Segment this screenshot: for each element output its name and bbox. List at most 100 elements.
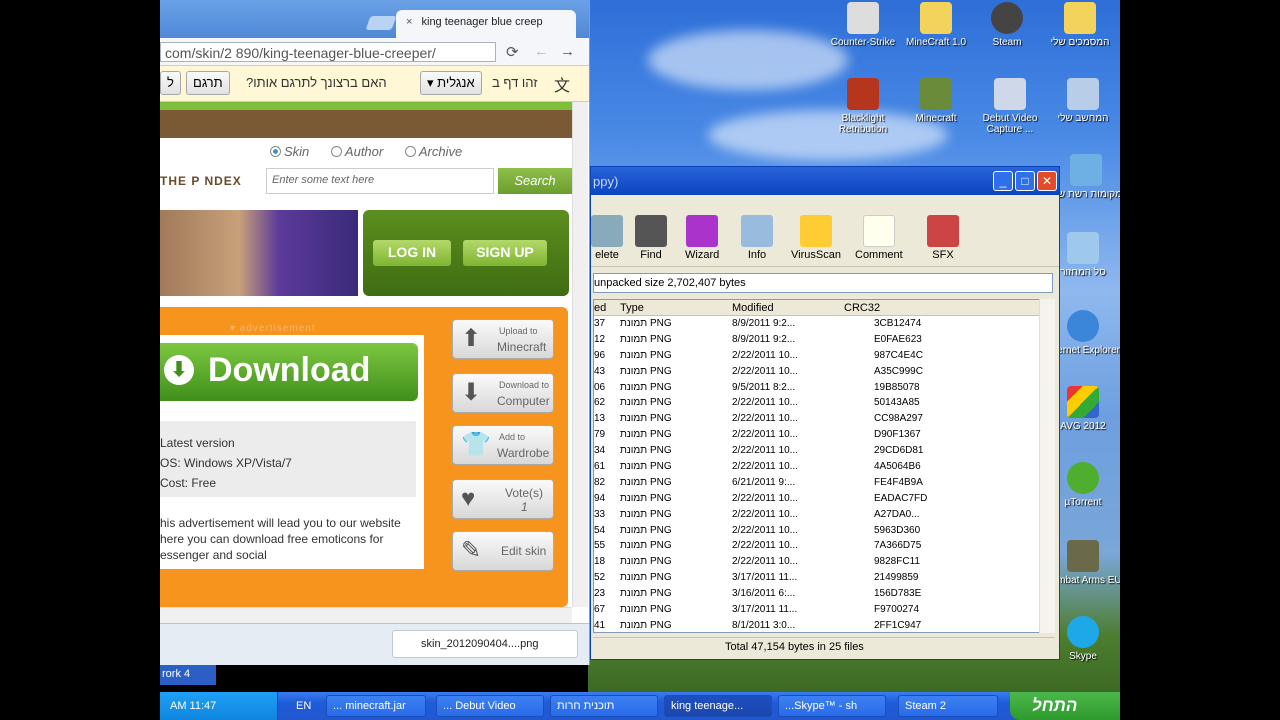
file-rows: 37 תמונת PNG 8/9/2011 9:2... 3CB12474 12 תמונ… bbox=[594, 316, 1054, 632]
search-button[interactable]: Search bbox=[498, 168, 572, 194]
delete-tool-button[interactable]: elete bbox=[591, 215, 623, 261]
language-indicator[interactable]: EN bbox=[296, 700, 311, 712]
taskbar-item-steam[interactable]: Steam 2 bbox=[898, 695, 998, 717]
vote-button[interactable]: ♥ Vote(s) 1 bbox=[452, 479, 554, 519]
ad-panel: ⬇ Download Latest version OS: Windows XP… bbox=[160, 335, 424, 569]
taskbar-item-minecraft-jar[interactable]: ... minecraft.jar bbox=[326, 695, 426, 717]
translate-options-button[interactable]: ל bbox=[160, 71, 181, 95]
file-row[interactable]: 55 תמונת PNG 2/22/2011 10... 7A366D75 bbox=[594, 538, 1054, 554]
file-row[interactable]: 52 תמונת PNG 3/17/2011 11... 21499859 bbox=[594, 570, 1054, 586]
back-icon[interactable]: ← bbox=[534, 43, 549, 60]
file-row[interactable]: 23 תמונת PNG 3/16/2011 6:... 156D783E bbox=[594, 586, 1054, 602]
column-packed[interactable]: ed bbox=[594, 302, 606, 314]
file-row[interactable]: 13 תמונת PNG 2/22/2011 10... CC98A297 bbox=[594, 411, 1054, 427]
file-row[interactable]: 37 תמונת PNG 8/9/2011 9:2... 3CB12474 bbox=[594, 316, 1054, 332]
file-list-scrollbar[interactable] bbox=[1039, 299, 1055, 633]
taskbar-item-skype[interactable]: ...Skype™ - sh bbox=[778, 695, 886, 717]
radio-skin[interactable]: Skin bbox=[270, 144, 309, 159]
file-cell: 67 bbox=[594, 604, 606, 616]
desktop-icon-my-computer[interactable]: המחשב שלי bbox=[1043, 78, 1120, 124]
language-select[interactable]: ▾ אנגלית bbox=[420, 71, 482, 95]
radio-author[interactable]: Author bbox=[330, 144, 383, 159]
desktop-icon-my-documents[interactable]: המסמכים שלי bbox=[1040, 2, 1120, 48]
column-type[interactable]: Type bbox=[620, 302, 644, 314]
wizard-tool-button[interactable]: Wizard bbox=[685, 215, 719, 261]
desktop-icon-debut[interactable]: Debut Video Capture ... bbox=[970, 78, 1050, 135]
close-button[interactable]: ✕ bbox=[1037, 171, 1057, 191]
download-to-computer-button[interactable]: ⬇ Download to Computer bbox=[452, 373, 554, 413]
file-cell: A35C999C bbox=[874, 365, 923, 377]
archive-info-field[interactable]: unpacked size 2,702,407 bytes bbox=[593, 273, 1053, 293]
find-tool-button[interactable]: Find bbox=[635, 215, 667, 261]
radio-archive[interactable]: Archive bbox=[404, 144, 462, 159]
login-button[interactable]: LOG IN bbox=[373, 240, 451, 266]
column-modified[interactable]: Modified bbox=[732, 302, 774, 314]
file-row[interactable]: 67 תמונת PNG 3/17/2011 11... F9700274 bbox=[594, 602, 1054, 618]
delete-icon bbox=[591, 215, 623, 247]
file-row[interactable]: 12 תמונת PNG 8/9/2011 9:2... E0FAE623 bbox=[594, 332, 1054, 348]
site-logo[interactable]: THE P NDEX bbox=[160, 174, 242, 188]
file-cell: 2/22/2011 10... bbox=[732, 461, 798, 473]
tab-active[interactable]: × king teenager blue creep bbox=[396, 10, 576, 38]
file-row[interactable]: 34 תמונת PNG 2/22/2011 10... 29CD6D81 bbox=[594, 443, 1054, 459]
add-to-wardrobe-button[interactable]: 👕 Add to Wardrobe bbox=[452, 425, 554, 465]
search-type-radios: Skin Author Archive bbox=[270, 144, 480, 159]
page-vertical-scrollbar[interactable] bbox=[572, 102, 588, 607]
ad-download-button[interactable]: ⬇ Download bbox=[160, 343, 418, 401]
minimize-button[interactable]: _ bbox=[993, 171, 1013, 191]
search-input[interactable]: Enter some text here bbox=[266, 168, 494, 194]
browser-window: × king teenager blue creep com/skin/2 89… bbox=[160, 0, 590, 665]
translate-button[interactable]: תרגם bbox=[186, 71, 230, 95]
file-row[interactable]: 33 תמונת PNG 2/22/2011 10... A27DA0... bbox=[594, 507, 1054, 523]
file-row[interactable]: 41 תמונת PNG 8/1/2011 3:0... 2FF1C947 bbox=[594, 618, 1054, 632]
taskbar-item-hebrew-program[interactable]: תוכנית חרות bbox=[550, 695, 658, 717]
new-tab-button[interactable] bbox=[365, 16, 397, 30]
desktop-icon-blacklight[interactable]: Blacklight Retribution bbox=[823, 78, 903, 135]
file-row[interactable]: 79 תמונת PNG 2/22/2011 10... D90F1367 bbox=[594, 427, 1054, 443]
upload-to-minecraft-button[interactable]: ⬆ Upload to Minecraft bbox=[452, 319, 554, 359]
file-row[interactable]: 61 תמונת PNG 2/22/2011 10... 4A5064B6 bbox=[594, 459, 1054, 475]
maximize-button[interactable]: □ bbox=[1015, 171, 1035, 191]
file-list-header: ed Type Modified CRC32 bbox=[594, 300, 1054, 316]
forward-icon[interactable]: → bbox=[560, 43, 575, 60]
column-crc32[interactable]: CRC32 bbox=[844, 302, 880, 314]
ad-info-box: Latest version OS: Windows XP/Vista/7 Co… bbox=[160, 421, 416, 497]
clock[interactable]: AM 11:47 bbox=[170, 700, 216, 712]
vote-count: 1 bbox=[521, 500, 528, 514]
desktop-icon-minecraft[interactable]: Minecraft bbox=[896, 78, 976, 124]
desktop-icon-minecraft-folder[interactable]: MineCraft 1.0 bbox=[896, 2, 976, 48]
file-row[interactable]: 54 תמונת PNG 2/22/2011 10... 5963D360 bbox=[594, 523, 1054, 539]
file-row[interactable]: 18 תמונת PNG 2/22/2011 10... 9828FC11 bbox=[594, 554, 1054, 570]
taskbar-item-chrome[interactable]: king teenage... bbox=[664, 695, 772, 717]
url-field[interactable]: com/skin/2 890/king-teenager-blue-creepe… bbox=[160, 42, 496, 62]
start-button[interactable]: התחל bbox=[1010, 692, 1120, 720]
file-row[interactable]: 43 תמונת PNG 2/22/2011 10... A35C999C bbox=[594, 364, 1054, 380]
sfx-tool-button[interactable]: SFX bbox=[927, 215, 959, 261]
file-row[interactable]: 96 תמונת PNG 2/22/2011 10... 987C4E4C bbox=[594, 348, 1054, 364]
downloaded-file-item[interactable]: skin_2012090404....png bbox=[392, 630, 578, 658]
reload-icon[interactable]: ⟳ bbox=[506, 43, 519, 61]
page-horizontal-scrollbar[interactable] bbox=[160, 607, 572, 623]
desktop-icon-counter-strike[interactable]: Counter-Strike bbox=[823, 2, 903, 48]
signup-button[interactable]: SIGN UP bbox=[463, 240, 547, 266]
info-tool-button[interactable]: Info bbox=[741, 215, 773, 261]
file-cell: 2/22/2011 10... bbox=[732, 540, 798, 552]
file-row[interactable]: 62 תמונת PNG 2/22/2011 10... 50143A85 bbox=[594, 395, 1054, 411]
file-cell: 2/22/2011 10... bbox=[732, 429, 798, 441]
tab-close-icon[interactable]: × bbox=[406, 16, 412, 28]
comment-tool-button[interactable]: Comment bbox=[855, 215, 903, 261]
ad-banner-image[interactable] bbox=[160, 210, 358, 296]
ad-description: his advertisement will lead you to our w… bbox=[160, 516, 401, 562]
file-row[interactable]: 82 תמונת PNG 6/21/2011 9:... FE4F4B9A bbox=[594, 475, 1054, 491]
computer-icon bbox=[1067, 78, 1099, 110]
virusscan-tool-button[interactable]: VirusScan bbox=[791, 215, 841, 261]
file-row[interactable]: 06 תמונת PNG 9/5/2011 8:2... 19B85078 bbox=[594, 380, 1054, 396]
file-cell: 2/22/2011 10... bbox=[732, 492, 798, 504]
edit-skin-button[interactable]: ✎ Edit skin bbox=[452, 531, 554, 571]
desktop-icon-steam[interactable]: Steam bbox=[967, 2, 1047, 48]
upload-arrow-icon: ⬆ bbox=[461, 325, 482, 352]
file-cell: 13 bbox=[594, 413, 606, 425]
file-row[interactable]: 94 תמונת PNG 2/22/2011 10... EADAC7FD bbox=[594, 491, 1054, 507]
file-cell: 18 bbox=[594, 556, 606, 568]
taskbar-item-debut-video[interactable]: ... Debut Video bbox=[436, 695, 544, 717]
